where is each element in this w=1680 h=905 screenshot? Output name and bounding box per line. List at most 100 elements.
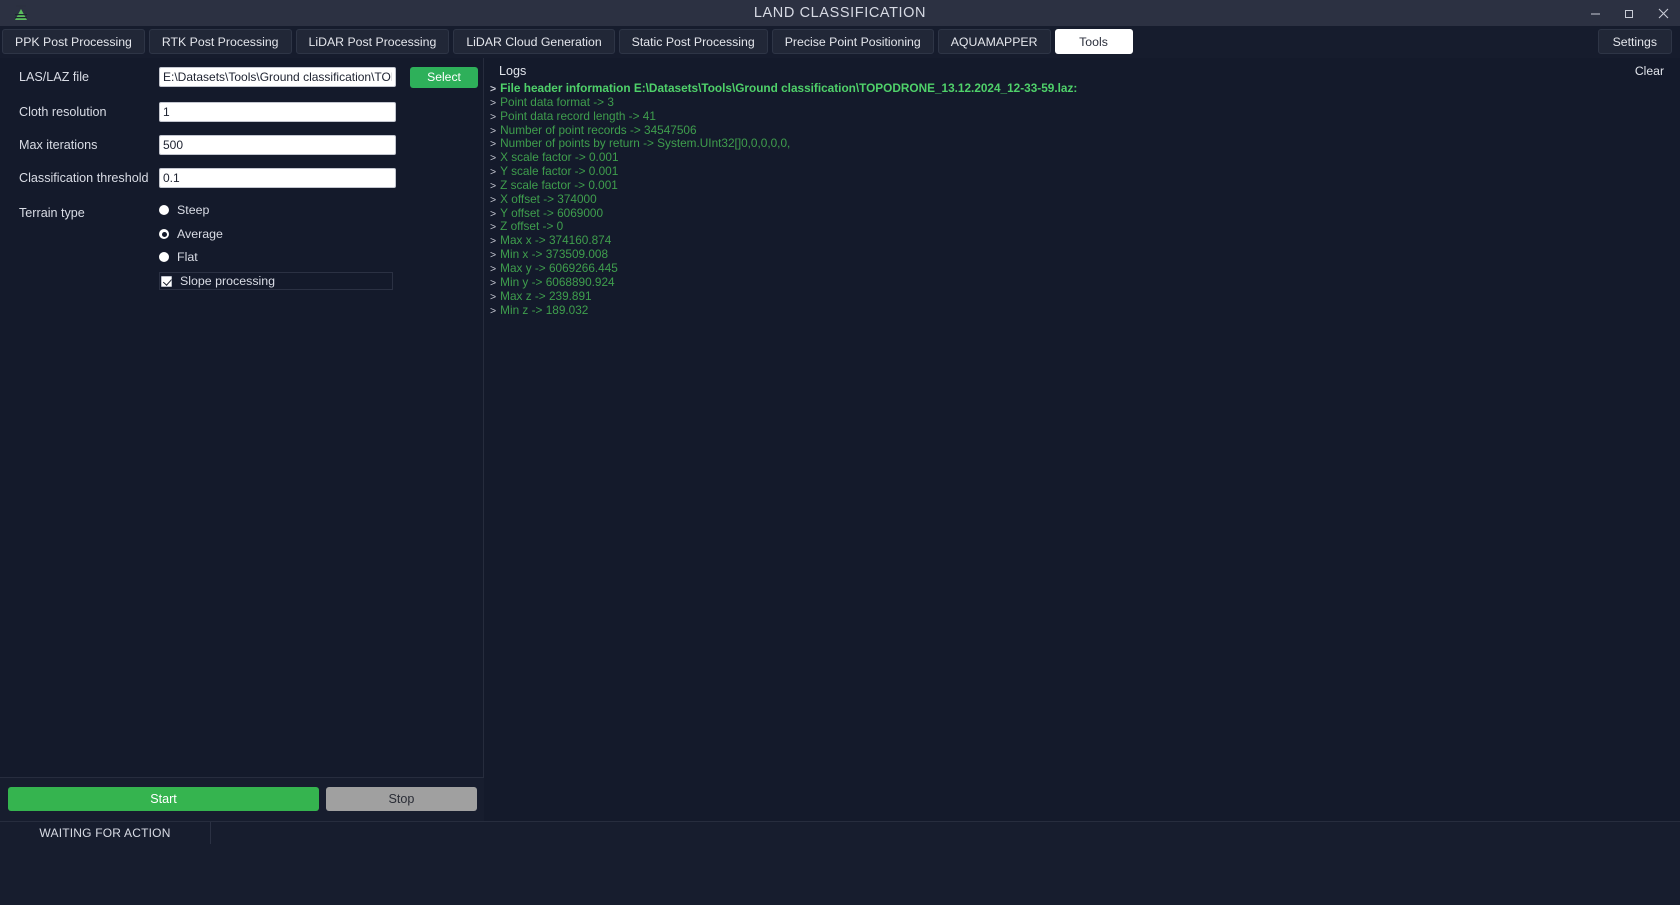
log-text: Point data record length -> 41 bbox=[500, 108, 656, 123]
classification-threshold-row: Classification threshold bbox=[0, 166, 484, 190]
select-file-button[interactable]: Select bbox=[410, 66, 478, 88]
log-text: Max z -> 239.891 bbox=[500, 288, 592, 303]
settings-button[interactable]: Settings bbox=[1597, 29, 1672, 54]
log-line: > Z scale factor -> 0.001 bbox=[490, 179, 1676, 193]
log-line: > Min x -> 373509.008 bbox=[490, 248, 1676, 262]
radio-option-flat[interactable]: Flat bbox=[159, 247, 198, 267]
close-icon[interactable] bbox=[1646, 0, 1680, 26]
log-arrow-icon: > bbox=[490, 152, 497, 165]
restore-icon[interactable] bbox=[1612, 0, 1646, 26]
log-text: Y scale factor -> 0.001 bbox=[500, 164, 619, 179]
log-arrow-icon: > bbox=[490, 262, 497, 275]
tab-aquamapper[interactable]: AQUAMAPPER bbox=[937, 29, 1051, 54]
log-line: > X offset -> 374000 bbox=[490, 191, 1676, 207]
las-laz-file-label: LAS/LAZ file bbox=[19, 70, 89, 84]
radio-label-average: Average bbox=[177, 227, 223, 241]
log-list[interactable]: > File header information E:\Datasets\Too… bbox=[490, 82, 1676, 817]
log-line: > Min z -> 189.032 bbox=[490, 302, 1676, 318]
log-line: > Y offset -> 6069000 bbox=[490, 205, 1676, 221]
log-arrow-icon: > bbox=[490, 304, 497, 317]
log-text: Z scale factor -> 0.001 bbox=[500, 177, 618, 192]
log-arrow-icon: > bbox=[490, 290, 497, 303]
log-line: > Min y -> 6068890.924 bbox=[490, 274, 1676, 290]
tab-lidar-cloud-generation[interactable]: LiDAR Cloud Generation bbox=[453, 29, 615, 54]
log-text: Min y -> 6068890.924 bbox=[500, 274, 615, 289]
log-arrow-icon: > bbox=[490, 179, 497, 192]
tab-precise-point-positioning[interactable]: Precise Point Positioning bbox=[771, 29, 934, 54]
log-arrow-icon: > bbox=[490, 166, 497, 179]
log-arrow-icon: > bbox=[490, 249, 497, 262]
log-text: Min z -> 189.032 bbox=[500, 302, 589, 317]
start-button[interactable]: Start bbox=[8, 787, 319, 811]
window-controls bbox=[1578, 0, 1680, 26]
cloth-resolution-input[interactable] bbox=[159, 102, 396, 122]
stop-button[interactable]: Stop bbox=[326, 787, 477, 811]
log-text: X offset -> 374000 bbox=[500, 191, 597, 206]
page-title: LAND CLASSIFICATION bbox=[753, 5, 927, 21]
radio-option-average[interactable]: Average bbox=[159, 224, 223, 244]
log-arrow-icon: > bbox=[490, 138, 497, 151]
log-arrow-icon: > bbox=[490, 235, 497, 248]
log-text: Number of point records -> 34547506 bbox=[500, 122, 697, 137]
status-badge: WAITING FOR ACTION bbox=[39, 826, 171, 840]
log-line: > Max y -> 6069266.445 bbox=[490, 262, 1676, 276]
log-text: Z offset -> 0 bbox=[500, 219, 564, 234]
status-bar: WAITING FOR ACTION bbox=[0, 821, 1680, 905]
terrain-type-label: Terrain type bbox=[19, 206, 85, 220]
radio-label-steep: Steep bbox=[177, 203, 210, 217]
log-arrow-icon: > bbox=[490, 221, 497, 234]
clear-logs-button[interactable]: Clear bbox=[1635, 64, 1664, 78]
slope-processing-label: Slope processing bbox=[180, 274, 276, 288]
log-arrow-icon: > bbox=[490, 276, 497, 289]
max-iterations-input[interactable] bbox=[159, 135, 396, 155]
log-text: Number of points by return -> System.UIn… bbox=[500, 136, 791, 151]
log-arrow-icon: > bbox=[490, 96, 497, 109]
log-arrow-icon: > bbox=[490, 207, 497, 220]
cloth-resolution-label: Cloth resolution bbox=[19, 105, 107, 119]
tab-ppk-post-processing[interactable]: PPK Post Processing bbox=[2, 29, 145, 54]
radio-mark-flat bbox=[159, 252, 169, 262]
log-arrow-icon: > bbox=[490, 124, 497, 137]
log-line: > Number of points by return -> System.UI… bbox=[490, 137, 1676, 151]
tab-list: PPK Post Processing RTK Post Processing … bbox=[2, 29, 1133, 54]
log-text: Min x -> 373509.008 bbox=[500, 247, 609, 262]
tab-lidar-post-processing[interactable]: LiDAR Post Processing bbox=[295, 29, 450, 54]
log-line: > File header information E:\Datasets\Too… bbox=[490, 82, 1676, 96]
log-line: > Max x -> 374160.874 bbox=[490, 234, 1676, 248]
log-line: > Max z -> 239.891 bbox=[490, 288, 1676, 304]
check-mark-icon bbox=[161, 275, 172, 287]
log-text: Point data format -> 3 bbox=[500, 94, 614, 109]
slope-processing-checkbox[interactable]: Slope processing bbox=[159, 272, 393, 290]
log-line: > Y scale factor -> 0.001 bbox=[490, 165, 1676, 179]
tool-form-panel: LAS/LAZ file Select Cloth resolution Max… bbox=[0, 58, 484, 777]
log-line: > X scale factor -> 0.001 bbox=[490, 151, 1676, 165]
action-bar: Start Stop bbox=[0, 777, 484, 821]
classification-threshold-label: Classification threshold bbox=[19, 171, 149, 185]
log-line: > Number of point records -> 34547506 bbox=[490, 122, 1676, 138]
radio-mark-steep bbox=[159, 205, 169, 215]
las-laz-file-input[interactable] bbox=[159, 67, 396, 87]
log-line: > Point data format -> 3 bbox=[490, 94, 1676, 110]
las-laz-file-row: LAS/LAZ file Select bbox=[0, 65, 484, 89]
log-text: Max x -> 374160.874 bbox=[500, 233, 612, 248]
max-iterations-label: Max iterations bbox=[19, 138, 98, 152]
logs-panel: Logs Clear > File header information E:\D… bbox=[485, 58, 1680, 821]
logs-title: Logs bbox=[499, 64, 527, 78]
max-iterations-row: Max iterations bbox=[0, 133, 484, 157]
log-text: Y offset -> 6069000 bbox=[500, 205, 604, 220]
tab-static-post-processing[interactable]: Static Post Processing bbox=[618, 29, 768, 54]
tab-rtk-post-processing[interactable]: RTK Post Processing bbox=[148, 29, 292, 54]
log-arrow-icon: > bbox=[490, 83, 497, 95]
log-line: > Point data record length -> 41 bbox=[490, 108, 1676, 124]
classification-threshold-input[interactable] bbox=[159, 168, 396, 188]
log-text: Max y -> 6069266.445 bbox=[500, 260, 618, 275]
cloth-resolution-row: Cloth resolution bbox=[0, 100, 484, 124]
tab-tools[interactable]: Tools bbox=[1054, 29, 1133, 54]
status-cell: WAITING FOR ACTION bbox=[0, 822, 211, 844]
log-text: File header information E:\Datasets\Tool… bbox=[500, 82, 1078, 95]
log-arrow-icon: > bbox=[490, 110, 497, 123]
radio-option-steep[interactable]: Steep bbox=[159, 200, 209, 220]
radio-mark-average bbox=[159, 229, 169, 239]
log-arrow-icon: > bbox=[490, 193, 497, 206]
minimize-icon[interactable] bbox=[1578, 0, 1612, 26]
